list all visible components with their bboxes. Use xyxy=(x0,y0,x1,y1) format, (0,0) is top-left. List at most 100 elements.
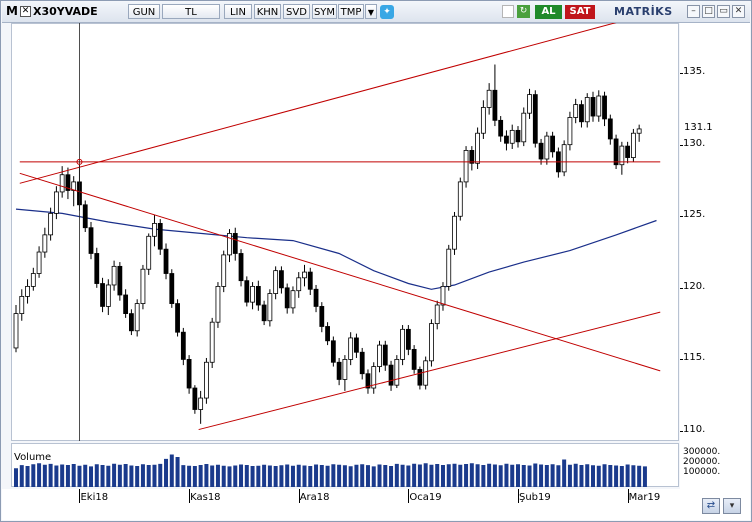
volume-bar xyxy=(354,464,359,487)
candle-down xyxy=(579,104,584,123)
volume-bar xyxy=(544,465,549,487)
volume-bar xyxy=(562,459,567,487)
candle-down xyxy=(382,344,388,366)
volume-bar xyxy=(54,465,59,487)
candle-down xyxy=(319,306,325,327)
buy-button[interactable]: AL xyxy=(535,5,562,19)
candle-up xyxy=(198,397,204,410)
volume-bar xyxy=(164,458,169,487)
twitter-icon[interactable]: ✦ xyxy=(380,5,394,19)
sync-icon[interactable]: ⇄ xyxy=(702,498,720,514)
volume-bar xyxy=(585,464,590,487)
volume-bar xyxy=(337,464,342,487)
svd-button[interactable]: SVD xyxy=(283,4,310,19)
price-tick-label: 110. xyxy=(683,423,706,435)
candle-up xyxy=(204,361,209,399)
candle-down xyxy=(313,288,319,307)
volume-bar xyxy=(619,466,624,487)
candle-down xyxy=(123,294,129,314)
price-tick-label: 125. xyxy=(683,209,706,221)
time-tick-label: Şub19 xyxy=(518,492,551,503)
candle-up xyxy=(36,251,42,274)
candle-down xyxy=(469,150,475,164)
candle-down xyxy=(417,369,423,386)
candle-up xyxy=(30,273,36,287)
volume-bar xyxy=(371,466,376,487)
volume-bar xyxy=(591,465,595,487)
volume-bar xyxy=(227,466,232,487)
tmp-button[interactable]: TMP xyxy=(338,4,364,19)
candle-up xyxy=(140,268,146,304)
volume-bar xyxy=(71,464,76,487)
volume-bar xyxy=(556,465,561,487)
restore-icon[interactable]: ▭ xyxy=(717,5,730,18)
candle-down xyxy=(175,303,180,333)
candle-down xyxy=(607,118,613,140)
volume-bar xyxy=(169,454,174,487)
volume-bar xyxy=(181,465,186,487)
sym-button[interactable]: SYM xyxy=(312,4,337,19)
volume-bar xyxy=(406,465,411,487)
volume-bar xyxy=(342,465,347,487)
volume-bar xyxy=(423,463,428,487)
candle-down xyxy=(88,227,94,254)
candle-down xyxy=(515,129,521,143)
volume-bar xyxy=(614,465,619,487)
volume-bar xyxy=(435,464,440,487)
chart-window: M ✕ X30YVADE GUN TL LIN KHN SVD SYM TMP … xyxy=(0,0,752,522)
close-window-icon[interactable]: ✕ xyxy=(732,5,745,18)
volume-bar xyxy=(608,465,613,487)
lin-button[interactable]: LIN xyxy=(224,4,252,19)
dropdown-arrow-icon[interactable]: ▼ xyxy=(365,4,377,19)
candle-down xyxy=(238,253,244,282)
currency-button[interactable]: TL xyxy=(162,4,220,19)
symbol-name[interactable]: X30YVADE xyxy=(33,5,98,18)
volume-bar xyxy=(515,464,520,487)
matriks-logo: MATRİKS xyxy=(614,5,673,18)
candle-up xyxy=(475,132,481,164)
candle-up xyxy=(250,285,255,303)
candle-down xyxy=(279,270,284,289)
price-tick-label: 135. xyxy=(683,66,706,78)
sell-button[interactable]: SAT xyxy=(565,5,595,19)
volume-bar xyxy=(215,464,220,487)
refresh-icon[interactable]: ↻ xyxy=(517,5,530,18)
volume-bar xyxy=(42,464,47,487)
volume-bar xyxy=(331,464,336,487)
volume-bar xyxy=(492,464,497,487)
volume-bar xyxy=(302,465,307,487)
time-tick-label: Ara18 xyxy=(299,492,330,503)
volume-bar xyxy=(417,464,422,487)
period-button[interactable]: GUN xyxy=(128,4,160,19)
minimize-icon[interactable]: – xyxy=(687,5,700,18)
page-icon[interactable] xyxy=(502,5,514,18)
candle-down xyxy=(325,326,330,342)
volume-label: Volume xyxy=(14,452,52,463)
volume-bar xyxy=(377,464,382,487)
candle-up xyxy=(215,285,221,323)
maximize-icon[interactable]: □ xyxy=(702,5,715,18)
volume-bar xyxy=(279,465,284,487)
settings-icon[interactable]: ▾ xyxy=(723,498,741,514)
candle-up xyxy=(457,181,463,217)
candle-down xyxy=(163,248,169,274)
candle-up xyxy=(463,150,469,183)
volume-bar xyxy=(533,463,538,487)
candle-down xyxy=(284,287,290,309)
volume-bar xyxy=(440,465,445,487)
volume-bar xyxy=(100,465,105,487)
price-tick-mark xyxy=(680,287,683,289)
candle-down xyxy=(82,204,88,229)
candle-down xyxy=(157,223,163,250)
volume-bar xyxy=(37,463,42,487)
volume-bar xyxy=(539,464,544,487)
volume-bar xyxy=(192,466,197,487)
candle-up xyxy=(146,235,152,270)
price-tick-mark xyxy=(680,73,683,75)
volume-plot[interactable]: Volume xyxy=(11,443,679,487)
close-symbol-icon[interactable]: ✕ xyxy=(20,6,31,17)
price-plot[interactable] xyxy=(11,23,679,441)
price-tick-label: 120. xyxy=(683,280,706,292)
khn-button[interactable]: KHN xyxy=(254,4,281,19)
candle-down xyxy=(625,145,631,158)
